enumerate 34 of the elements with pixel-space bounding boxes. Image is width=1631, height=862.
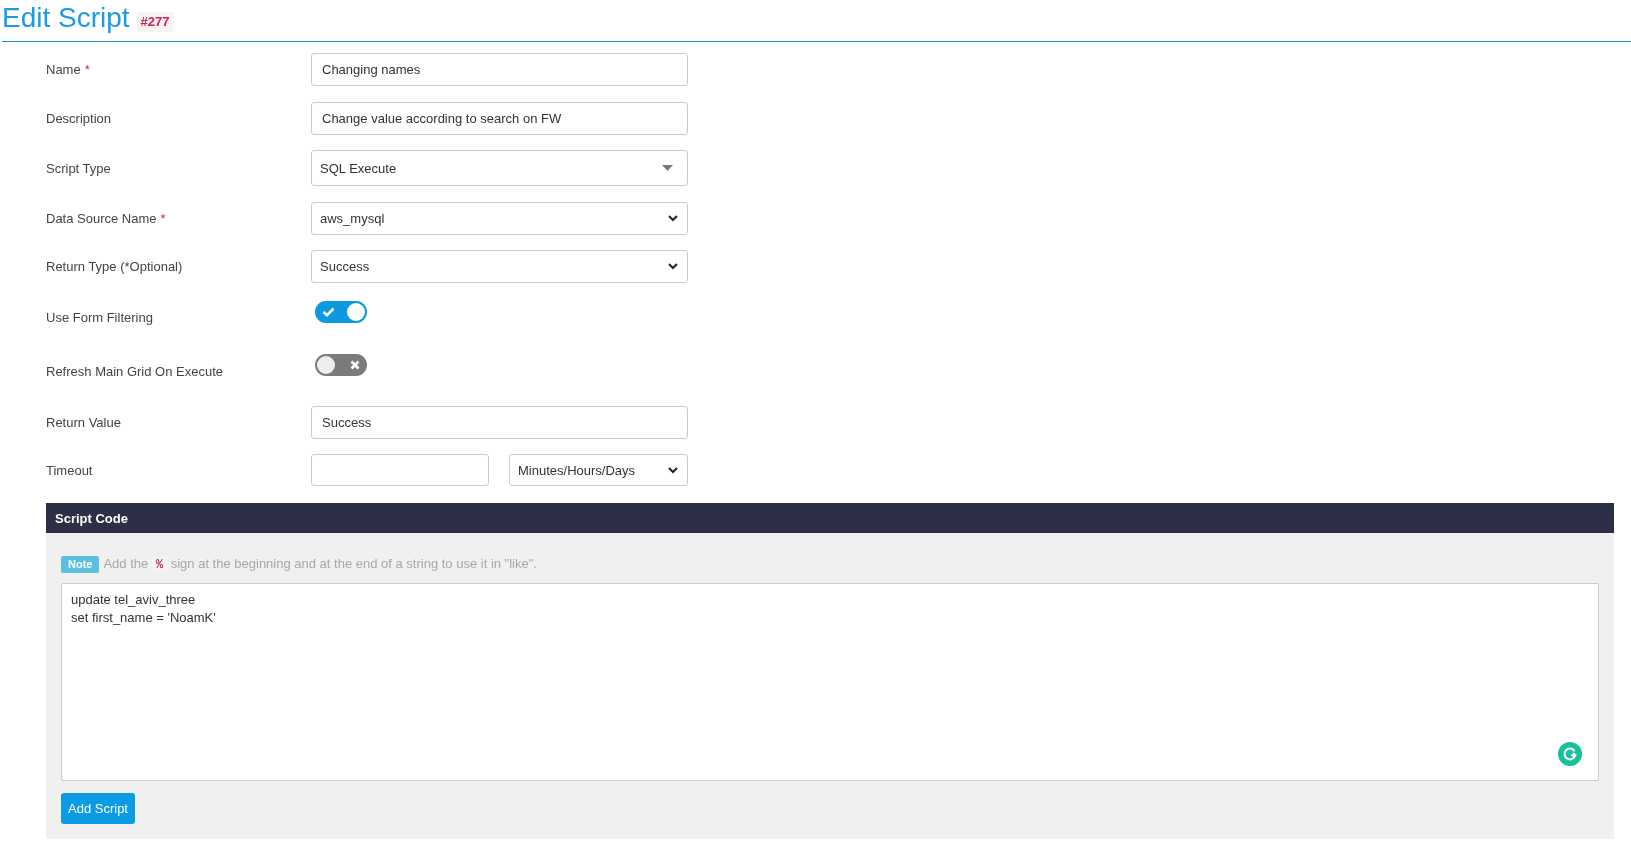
x-icon — [350, 360, 360, 370]
field-label: Description — [46, 110, 113, 126]
field-label: Data Source Name * — [46, 210, 167, 226]
chevron-down-icon — [668, 214, 678, 222]
note-badge: Note — [61, 555, 100, 573]
field-label: Name * — [46, 62, 91, 77]
caret-down-icon — [662, 165, 673, 171]
chevron-down-icon — [668, 263, 678, 270]
text-input[interactable]: Changing names — [311, 53, 688, 86]
select-field[interactable]: aws_mysql — [311, 201, 688, 235]
toggle-switch[interactable] — [315, 300, 367, 323]
dropdown-field[interactable]: SQL Execute — [311, 150, 688, 186]
check-icon — [322, 306, 335, 317]
unit-select[interactable]: Minutes/Hours/Days — [509, 454, 688, 486]
toggle-knob — [317, 356, 335, 374]
select-field[interactable]: Success — [311, 250, 688, 283]
page-title: Edit Script — [2, 1, 130, 35]
field-label: Return Type (*Optional) — [46, 259, 184, 274]
note-text: Add the % sign at the beginning and at the end of a string to use it in "like". — [103, 556, 537, 572]
text-input[interactable]: Success — [311, 405, 688, 439]
code-textarea[interactable]: update tel_aviv_three set first_name = 'NoamK' — [61, 583, 1599, 781]
field-label: Refresh Main Grid On Execute — [46, 363, 225, 379]
code-text: update tel_aviv_three set first_name = 'NoamK' — [71, 591, 216, 626]
field-label: Return Value — [46, 414, 122, 430]
text-input[interactable]: Change value according to search on FW — [311, 101, 688, 135]
field-label: Use Form Filtering — [46, 310, 154, 325]
field-label: Script Type — [46, 160, 112, 176]
chevron-down-icon — [668, 466, 678, 474]
field-label: Timeout — [46, 462, 94, 478]
toggle-switch[interactable] — [315, 354, 367, 376]
panel-title: Script Code — [55, 510, 128, 526]
toggle-knob — [347, 302, 365, 321]
id-badge: #277 — [136, 12, 174, 32]
timeout-input[interactable] — [311, 454, 489, 486]
